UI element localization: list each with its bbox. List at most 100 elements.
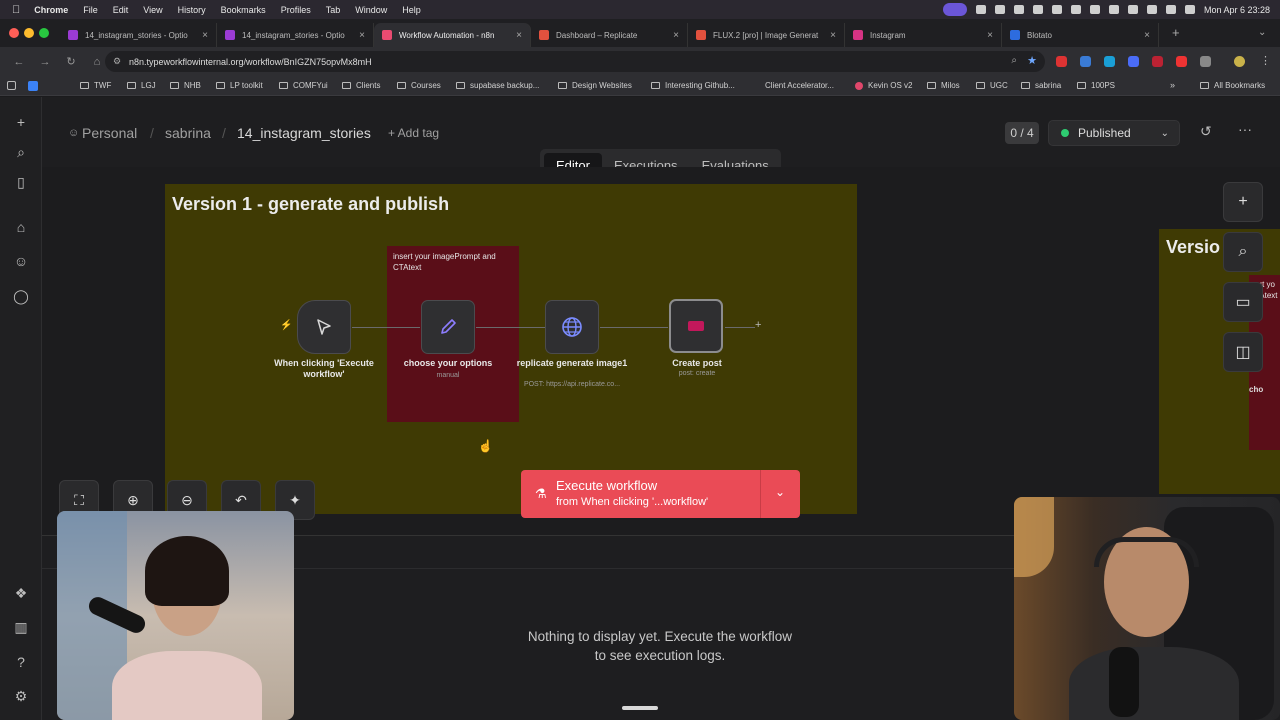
tab-search-icon[interactable]: ⌄ bbox=[1258, 27, 1266, 38]
address-bar[interactable]: ⚙ n8n.typeworkflowinternal.org/workflow/… bbox=[105, 51, 1045, 72]
extension-icon[interactable] bbox=[1152, 56, 1163, 67]
home-icon[interactable]: ⌂ bbox=[90, 56, 104, 68]
bookmark-100ps[interactable]: 100PS bbox=[1077, 81, 1115, 90]
status-icon[interactable] bbox=[1070, 5, 1081, 14]
node-edit-fields[interactable] bbox=[421, 300, 475, 354]
collapse-sidebar-icon[interactable]: ▯ bbox=[12, 173, 30, 191]
bookmark-interesting-github[interactable]: Interesting Github... bbox=[651, 81, 735, 90]
add-tag-button[interactable]: + Add tag bbox=[388, 126, 439, 140]
node-manual-trigger[interactable] bbox=[297, 300, 351, 354]
settings-icon[interactable]: ⚙ bbox=[12, 687, 30, 705]
breadcrumb-project[interactable]: Personal bbox=[82, 125, 137, 141]
extension-icon[interactable] bbox=[1128, 56, 1139, 67]
bookmark-lp-toolkit[interactable]: LP toolkit bbox=[216, 81, 263, 90]
home-icon[interactable]: ⌂ bbox=[12, 218, 30, 236]
bookmark-comfyui[interactable]: COMFYui bbox=[279, 81, 328, 90]
menu-edit[interactable]: Edit bbox=[113, 5, 129, 15]
bookmark-lgj[interactable]: LGJ bbox=[127, 81, 156, 90]
apps-icon[interactable] bbox=[7, 81, 16, 90]
search-icon[interactable] bbox=[1165, 5, 1176, 14]
screen-record-icon[interactable] bbox=[942, 3, 967, 16]
insights-icon[interactable]: ▥ bbox=[12, 618, 30, 636]
status-icon[interactable] bbox=[1051, 5, 1062, 14]
bookmark-ugc[interactable]: UGC bbox=[976, 81, 1008, 90]
browser-menu-icon[interactable]: ⋮ bbox=[1260, 54, 1271, 67]
history-icon[interactable]: ↺ bbox=[1200, 123, 1212, 140]
bookmark-courses[interactable]: Courses bbox=[397, 81, 441, 90]
browser-tab[interactable]: 14_instagram_stories - Optio × bbox=[60, 23, 217, 47]
bookmark-nhb[interactable]: NHB bbox=[170, 81, 201, 90]
bookmark-star-icon[interactable]: ★ bbox=[1027, 54, 1037, 67]
menu-tab[interactable]: Tab bbox=[326, 5, 341, 15]
breadcrumb-folder[interactable]: sabrina bbox=[165, 125, 211, 141]
browser-tab[interactable]: Blotato × bbox=[1002, 23, 1159, 47]
execute-workflow-button[interactable]: ⚗ Execute workflow from When clicking '.… bbox=[521, 470, 800, 518]
bookmarks-overflow-icon[interactable]: » bbox=[1170, 80, 1175, 90]
all-bookmarks[interactable]: All Bookmarks bbox=[1200, 81, 1265, 90]
close-window-button[interactable] bbox=[9, 28, 19, 38]
extension-icon[interactable] bbox=[1104, 56, 1115, 67]
close-tab-icon[interactable]: × bbox=[673, 30, 679, 41]
browser-tab-active[interactable]: Workflow Automation - n8n × bbox=[374, 23, 531, 47]
add-node-handle[interactable]: + bbox=[755, 319, 761, 331]
status-icon[interactable] bbox=[1127, 5, 1138, 14]
status-icon[interactable] bbox=[1089, 5, 1100, 14]
close-tab-icon[interactable]: × bbox=[830, 30, 836, 41]
close-tab-icon[interactable]: × bbox=[202, 30, 208, 41]
bookmark-favicon[interactable] bbox=[28, 81, 38, 91]
status-icon[interactable] bbox=[994, 5, 1005, 14]
close-tab-icon[interactable]: × bbox=[1144, 30, 1150, 41]
bookmark-kevin-os[interactable]: Kevin OS v2 bbox=[855, 81, 912, 90]
node-http-request[interactable] bbox=[545, 300, 599, 354]
close-tab-icon[interactable]: × bbox=[359, 30, 365, 41]
bookmark-twf[interactable]: TWF bbox=[80, 81, 111, 90]
extension-icon[interactable] bbox=[1080, 56, 1091, 67]
status-icon[interactable] bbox=[975, 5, 986, 14]
bookmark-clients[interactable]: Clients bbox=[342, 81, 380, 90]
search-nodes-button[interactable]: ⌕ bbox=[1223, 232, 1263, 272]
maximize-window-button[interactable] bbox=[39, 28, 49, 38]
chevron-down-icon[interactable]: ⌄ bbox=[775, 485, 785, 499]
forward-icon[interactable]: → bbox=[38, 56, 52, 68]
reload-icon[interactable]: ↻ bbox=[64, 55, 78, 68]
chevron-down-icon[interactable]: ⌄ bbox=[1161, 128, 1169, 139]
menu-history[interactable]: History bbox=[178, 5, 206, 15]
menu-window[interactable]: Window bbox=[355, 5, 387, 15]
workflow-name[interactable]: 14_instagram_stories bbox=[237, 125, 371, 141]
apple-icon[interactable]:  bbox=[12, 4, 20, 16]
workflow-canvas[interactable]: Version 1 - generate and publish Versio … bbox=[42, 167, 1280, 535]
bookmark-milos[interactable]: Milos bbox=[927, 81, 960, 90]
menu-file[interactable]: File bbox=[83, 5, 98, 15]
menu-bookmarks[interactable]: Bookmarks bbox=[221, 5, 266, 15]
back-icon[interactable]: ← bbox=[12, 56, 26, 68]
status-icon[interactable] bbox=[1108, 5, 1119, 14]
browser-tab[interactable]: Dashboard – Replicate × bbox=[531, 23, 688, 47]
add-node-button[interactable]: + bbox=[1223, 182, 1263, 222]
chat-icon[interactable]: ◯ bbox=[12, 287, 30, 305]
dropbox-icon[interactable] bbox=[1032, 5, 1043, 14]
panel-resize-handle[interactable] bbox=[622, 706, 658, 710]
bookmark-sabrina[interactable]: sabrina bbox=[1021, 81, 1061, 90]
add-icon[interactable]: + bbox=[12, 113, 30, 131]
wifi-icon[interactable] bbox=[1146, 5, 1157, 14]
search-icon[interactable]: ⌕ bbox=[12, 143, 30, 161]
templates-icon[interactable]: ❖ bbox=[12, 584, 30, 602]
minimize-window-button[interactable] bbox=[24, 28, 34, 38]
close-tab-icon[interactable]: × bbox=[516, 30, 522, 41]
new-tab-icon[interactable]: + bbox=[1172, 25, 1180, 40]
menu-help[interactable]: Help bbox=[402, 5, 421, 15]
status-icon[interactable] bbox=[1013, 5, 1024, 14]
add-sticky-button[interactable]: ▭ bbox=[1223, 282, 1263, 322]
user-icon[interactable]: ☺ bbox=[12, 252, 30, 270]
bookmark-client-accelerator[interactable]: Client Accelerator... bbox=[752, 81, 834, 90]
browser-tab[interactable]: FLUX.2 [pro] | Image Generat × bbox=[688, 23, 845, 47]
publish-status-dropdown[interactable]: Published ⌄ bbox=[1048, 120, 1180, 146]
bookmark-supabase[interactable]: supabase backup... bbox=[456, 81, 539, 90]
browser-tab[interactable]: 14_instagram_stories - Optio × bbox=[217, 23, 374, 47]
extension-icon[interactable] bbox=[1176, 56, 1187, 67]
extensions-puzzle-icon[interactable] bbox=[1200, 56, 1211, 67]
node-create-post[interactable] bbox=[669, 299, 723, 353]
help-icon[interactable]: ? bbox=[12, 653, 30, 671]
site-info-icon[interactable]: ⚙ bbox=[113, 56, 121, 67]
more-options-icon[interactable]: ··· bbox=[1238, 121, 1252, 137]
